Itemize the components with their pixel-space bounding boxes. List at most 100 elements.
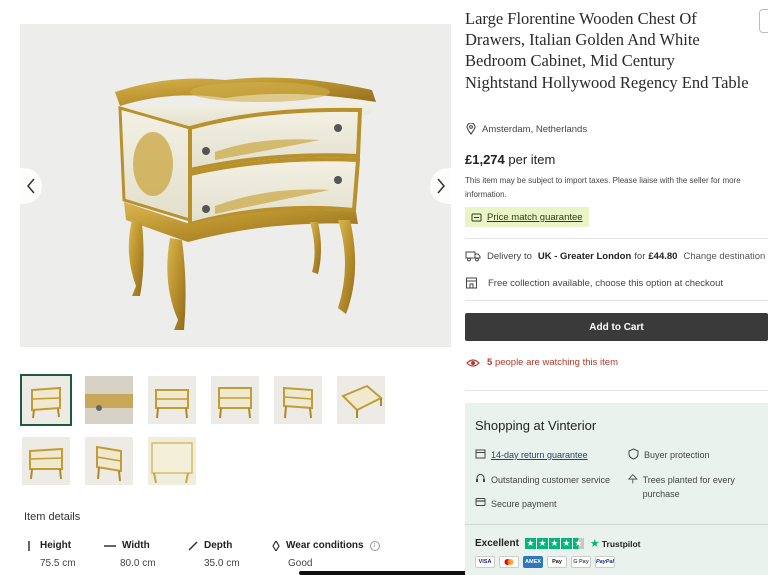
location-pin-icon [466,123,476,135]
trees-text: Trees planted for every purchase [642,475,735,499]
chest-detail-thumbnail [85,376,133,424]
collection-text: Free collection available, choose this o… [488,277,723,289]
width-icon [104,544,116,547]
thumbnail-9[interactable] [148,437,196,485]
trustpilot-name: Trustpilot [601,538,641,549]
depth-value: 35.0 cm [204,558,240,569]
chest-top-thumbnail [337,376,385,424]
delivery-for: for [634,250,646,262]
shop-title: Shopping at Vinterior [475,418,597,433]
depth-icon [188,540,198,551]
secure-payment-text: Secure payment [491,499,557,509]
thumbnail-3[interactable] [148,376,196,424]
star-half-icon: ★ [572,538,584,549]
return-guarantee-link[interactable]: 14-day return guarantee [491,448,588,462]
delivery-region: UK - Greater London [537,250,632,262]
info-icon[interactable]: i [369,540,380,551]
star-icon: ★ [536,538,548,549]
product-price: £1,274 per item [465,152,555,167]
wear-icon [272,540,280,551]
watching-notice: 5 people are watching this item [466,357,618,368]
wear-label: Wear conditions [286,540,364,551]
eye-icon [466,358,480,367]
star-icon: ★ [560,538,572,549]
detail-wear: Wear conditions i Good [272,540,380,569]
return-guarantee-item: 14-day return guarantee [475,448,588,462]
price-match-link[interactable]: Price match guarantee [487,212,583,223]
apple-pay-icon: Pay [547,556,567,568]
price-value: £1,274 [465,152,505,167]
add-to-cart-button[interactable]: Add to Cart [465,313,768,341]
thumbnail-5[interactable] [274,376,322,424]
paypal-icon: PayPal [595,556,615,568]
divider [465,300,768,301]
payment-methods: VISA AMEX Pay G Pay PayPal [475,556,615,568]
thumbnail-4[interactable] [211,376,259,424]
thumbnail-1[interactable] [20,374,72,426]
height-icon [28,540,30,551]
divider [465,524,768,525]
chest-side-thumbnail [85,437,133,485]
shield-icon [628,448,639,460]
item-details-heading: Item details [24,511,81,523]
price-match-badge[interactable]: Price match guarantee [465,207,589,227]
detail-height: Height 75.5 cm [24,540,76,569]
store-icon [466,277,477,289]
chest-front-thumbnail-2 [211,376,259,424]
trustpilot-logo: ★ Trustpilot [590,537,641,550]
chest-front-thumbnail [148,376,196,424]
width-value: 80.0 cm [120,558,156,569]
chest-angle-thumbnail [274,376,322,424]
detail-depth: Depth 35.0 cm [188,540,240,569]
tree-icon [628,473,638,484]
change-destination-link[interactable]: Change destination [683,251,765,262]
location-text: Amsterdam, Netherlands [482,123,588,135]
trustpilot-rating[interactable]: Excellent ★ ★ ★ ★ ★ ★ Trustpilot [475,537,641,550]
headset-icon [476,474,485,482]
trees-item: Trees planted for every purchase [628,473,758,501]
watching-text: people are watching this item [494,357,618,368]
customer-service-text: Outstanding customer service [491,475,611,485]
share-button[interactable] [759,9,768,33]
shopping-info-box: Shopping at Vinterior 14-day return guar… [465,403,768,575]
chest-illustration [115,77,376,330]
chevron-right-icon [437,178,445,194]
star-icon: ★ [548,538,560,549]
buyer-protection-text: Buyer protection [644,450,710,460]
thumbnail-6[interactable] [337,376,385,424]
rating-stars: ★ ★ ★ ★ ★ [524,538,584,549]
google-pay-icon: G Pay [571,556,591,568]
visa-icon: VISA [475,556,495,568]
trustpilot-star-icon: ★ [589,538,600,550]
customer-service-item: Outstanding customer service [475,473,610,487]
delivery-row: Delivery to UK - Greater London for £44.… [465,250,768,262]
chest-thumbnail [22,376,70,424]
detail-width: Width 80.0 cm [104,540,156,569]
height-value: 75.5 cm [40,558,76,569]
chest-thumbnail-7 [22,437,70,485]
tax-note: This item may be subject to import taxes… [465,176,741,199]
thumbnail-7[interactable] [22,437,70,485]
divider [465,390,768,391]
star-icon: ★ [524,538,536,549]
chevron-left-icon [27,178,35,194]
rating-label: Excellent [475,538,519,549]
delivery-cost: £44.80 [648,250,678,262]
price-tag-icon [471,213,482,221]
depth-label: Depth [204,540,233,551]
thumbnail-8[interactable] [85,437,133,485]
width-label: Width [122,540,150,551]
chest-closeup-thumbnail [148,437,196,485]
amex-icon: AMEX [523,556,543,568]
mastercard-icon [499,556,519,568]
thumbnail-2[interactable] [85,376,133,424]
wear-value: Good [288,558,313,569]
main-product-image[interactable] [20,24,451,347]
price-unit: per item [508,152,556,167]
secure-payment-item: Secure payment [475,497,557,511]
height-label: Height [40,540,72,551]
buyer-protection-item: Buyer protection [628,448,710,462]
credit-card-icon [475,498,486,506]
watching-count: 5 [487,357,493,368]
delivery-prefix: Delivery to [487,250,532,262]
